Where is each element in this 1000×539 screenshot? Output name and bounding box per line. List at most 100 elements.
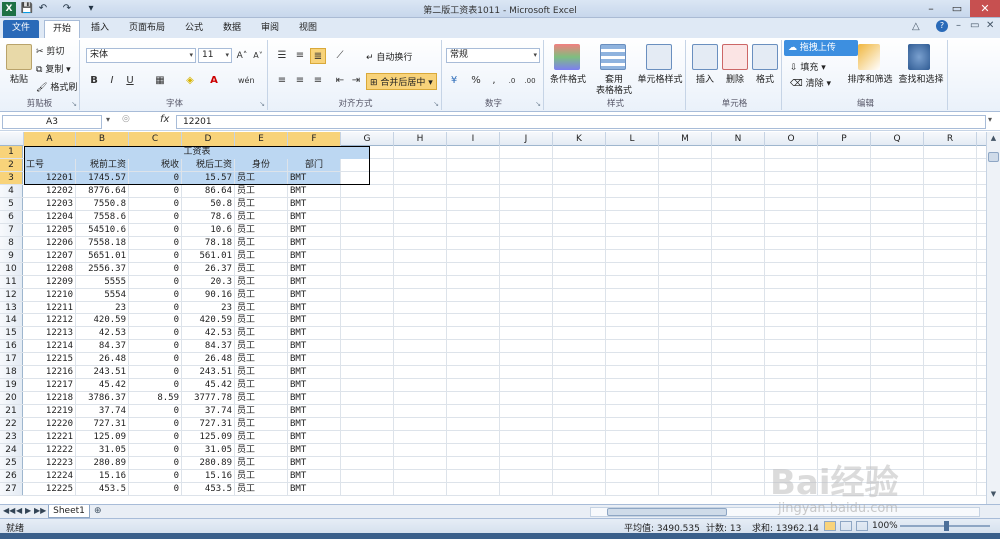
- currency-icon[interactable]: ¥: [446, 73, 462, 89]
- cell-k20[interactable]: [553, 392, 606, 405]
- cell-g24[interactable]: [341, 444, 394, 457]
- cell-o7[interactable]: [765, 223, 818, 236]
- alignment-launcher-icon[interactable]: ↘: [433, 100, 439, 108]
- cell-f12[interactable]: BMT: [288, 288, 341, 301]
- cell-d12[interactable]: 90.16: [182, 288, 235, 301]
- cell-d13[interactable]: 23: [182, 301, 235, 314]
- cell-c2[interactable]: 税收: [129, 158, 182, 171]
- sheet-tab-sheet1[interactable]: Sheet1: [48, 505, 90, 518]
- name-box[interactable]: A3: [2, 115, 102, 129]
- cell-d14[interactable]: 420.59: [182, 314, 235, 327]
- column-header-f[interactable]: F: [288, 132, 341, 146]
- cell-e2[interactable]: 身份: [235, 158, 288, 171]
- row-header[interactable]: 16: [0, 340, 23, 353]
- fill-button[interactable]: ⇩ 填充 ▾: [790, 60, 826, 73]
- merge-center-button[interactable]: ⊞ 合并后居中 ▾: [366, 73, 437, 90]
- fill-color-icon[interactable]: ◈: [182, 73, 198, 89]
- cell-j3[interactable]: [500, 171, 553, 184]
- cell-e14[interactable]: 员工: [235, 314, 288, 327]
- cell-r1[interactable]: [924, 146, 977, 158]
- cell-k4[interactable]: [553, 184, 606, 197]
- row-header[interactable]: 26: [0, 470, 23, 482]
- cell-l12[interactable]: [606, 288, 659, 301]
- cell-e25[interactable]: 员工: [235, 457, 288, 469]
- cell-r22[interactable]: [924, 418, 977, 431]
- row-header[interactable]: 25: [0, 457, 23, 469]
- cell-i1[interactable]: [447, 146, 500, 158]
- cell-q22[interactable]: [871, 418, 924, 431]
- cell-a5[interactable]: 12203: [24, 197, 76, 210]
- cell-p13[interactable]: [818, 301, 871, 314]
- cell-c4[interactable]: 0: [129, 184, 182, 197]
- cell-g2[interactable]: [341, 158, 394, 171]
- cell-b14[interactable]: 420.59: [76, 314, 129, 327]
- cell-g15[interactable]: [341, 327, 394, 340]
- cell-q8[interactable]: [871, 236, 924, 249]
- cell-styles-button[interactable]: 单元格样式: [634, 72, 686, 85]
- cell-k19[interactable]: [553, 379, 606, 392]
- tab-formulas[interactable]: 公式: [178, 20, 210, 38]
- cell-r20[interactable]: [924, 392, 977, 405]
- cell-h13[interactable]: [394, 301, 447, 314]
- row-header[interactable]: 23: [0, 431, 23, 444]
- cell-c15[interactable]: 0: [129, 327, 182, 340]
- cell-k25[interactable]: [553, 457, 606, 469]
- cell-h18[interactable]: [394, 366, 447, 379]
- row-header[interactable]: 1: [0, 146, 23, 158]
- cell-j25[interactable]: [500, 457, 553, 469]
- cell-q13[interactable]: [871, 301, 924, 314]
- cell-o3[interactable]: [765, 171, 818, 184]
- close-button[interactable]: ✕: [970, 0, 1000, 17]
- expand-formula-icon[interactable]: ▾: [988, 115, 992, 124]
- cell-j16[interactable]: [500, 340, 553, 353]
- conditional-format-icon[interactable]: [554, 44, 580, 70]
- cell-l14[interactable]: [606, 314, 659, 327]
- increase-indent-icon[interactable]: ⇥: [348, 73, 364, 89]
- cell-b17[interactable]: 26.48: [76, 353, 129, 366]
- cell-r16[interactable]: [924, 340, 977, 353]
- cell-j17[interactable]: [500, 353, 553, 366]
- format-as-table-icon[interactable]: [600, 44, 626, 70]
- name-box-dropdown-icon[interactable]: ▾: [106, 115, 110, 124]
- cell-m9[interactable]: [659, 249, 712, 262]
- grow-font-button[interactable]: A˄: [234, 48, 250, 64]
- cell-c5[interactable]: 0: [129, 197, 182, 210]
- cell-j21[interactable]: [500, 405, 553, 418]
- cell-i27[interactable]: [447, 482, 500, 495]
- cell-e7[interactable]: 员工: [235, 223, 288, 236]
- cell-n13[interactable]: [712, 301, 765, 314]
- cell-d19[interactable]: 45.42: [182, 379, 235, 392]
- cell-m7[interactable]: [659, 223, 712, 236]
- cell-a25[interactable]: 12223: [24, 457, 76, 469]
- row-header[interactable]: 7: [0, 223, 23, 236]
- cell-a6[interactable]: 12204: [24, 210, 76, 223]
- cell-c12[interactable]: 0: [129, 288, 182, 301]
- percent-button[interactable]: %: [468, 73, 484, 89]
- cell-n11[interactable]: [712, 275, 765, 288]
- cell-f21[interactable]: BMT: [288, 405, 341, 418]
- cell-c16[interactable]: 0: [129, 340, 182, 353]
- cell-n18[interactable]: [712, 366, 765, 379]
- cell-l2[interactable]: [606, 158, 659, 171]
- cell-j12[interactable]: [500, 288, 553, 301]
- next-sheet-icon[interactable]: ▶: [25, 506, 31, 515]
- sort-filter-icon[interactable]: [858, 44, 880, 70]
- cell-g17[interactable]: [341, 353, 394, 366]
- cell-h6[interactable]: [394, 210, 447, 223]
- column-header-l[interactable]: L: [606, 132, 659, 146]
- cell-l3[interactable]: [606, 171, 659, 184]
- cell-k22[interactable]: [553, 418, 606, 431]
- cell-a9[interactable]: 12207: [24, 249, 76, 262]
- cell-n20[interactable]: [712, 392, 765, 405]
- cell-b5[interactable]: 7550.8: [76, 197, 129, 210]
- cell-a7[interactable]: 12205: [24, 223, 76, 236]
- cell-k2[interactable]: [553, 158, 606, 171]
- scroll-down-icon[interactable]: ▼: [988, 490, 999, 500]
- cell-k7[interactable]: [553, 223, 606, 236]
- cell-l19[interactable]: [606, 379, 659, 392]
- row-header[interactable]: 18: [0, 366, 23, 379]
- font-launcher-icon[interactable]: ↘: [259, 100, 265, 108]
- column-header-o[interactable]: O: [765, 132, 818, 146]
- cell-e4[interactable]: 员工: [235, 184, 288, 197]
- cell-a18[interactable]: 12216: [24, 366, 76, 379]
